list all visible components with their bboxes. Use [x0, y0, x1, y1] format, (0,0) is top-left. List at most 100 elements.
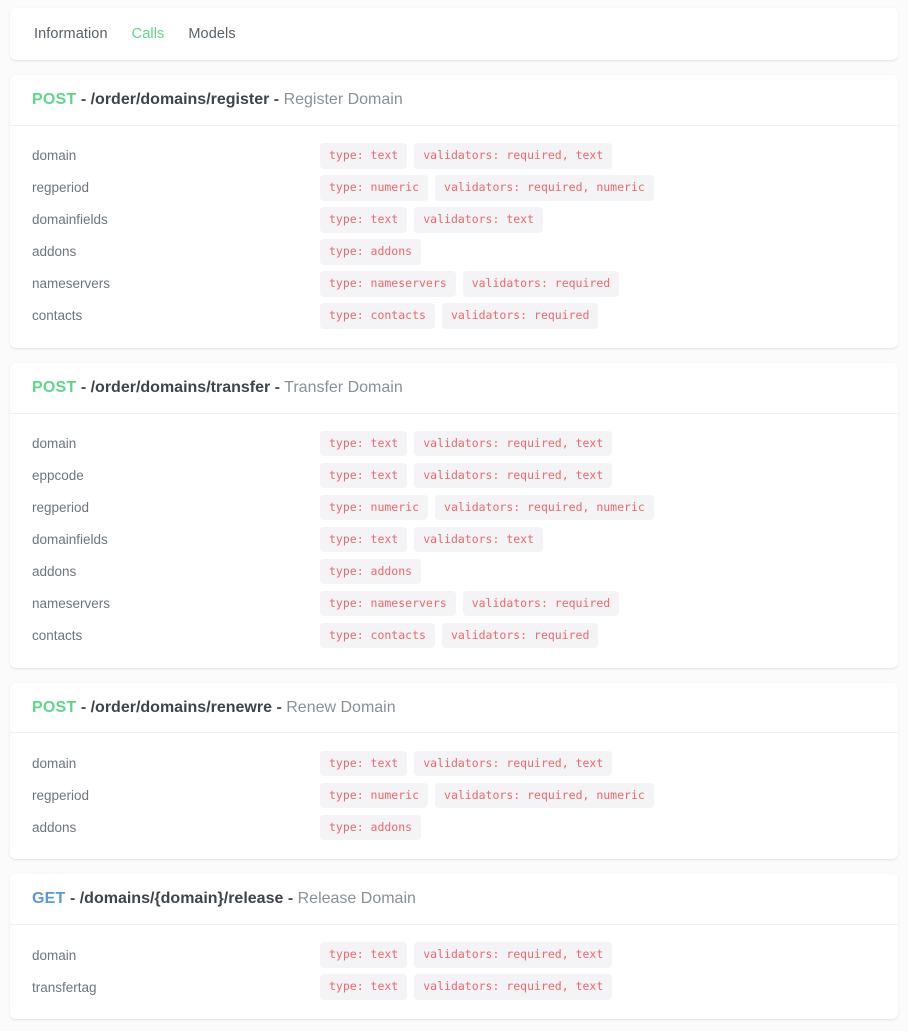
endpoint-card: GET - /domains/{domain}/release - Releas… [10, 874, 898, 1020]
parameter-row: domain type: text validators: required, te… [10, 939, 898, 971]
header-separator: - [287, 890, 294, 908]
validators-badge: validators: required, numeric [435, 782, 654, 809]
parameter-list: domain type: text validators: required, te… [10, 733, 898, 859]
endpoint-path: /order/domains/transfer [90, 378, 271, 396]
parameter-name: domain [32, 755, 77, 771]
parameter-row: eppcode type: text validators: required, t… [10, 460, 898, 492]
type-badge: type: text [320, 430, 408, 457]
endpoint-description: Renew Domain [286, 698, 396, 716]
parameter-name: domain [32, 148, 77, 164]
parameter-badges: type: addons [320, 239, 422, 265]
validators-badge: validators: text [414, 207, 544, 233]
validators-badge: validators: required [441, 622, 599, 649]
type-badge: type: text [320, 942, 408, 968]
parameter-row: domain type: text validators: required, te… [10, 140, 898, 172]
parameter-badges: type: addons [320, 558, 422, 585]
parameter-badges: type: numeric validators: required, numer… [320, 175, 654, 201]
endpoint-card: POST - /order/domains/register - Registe… [10, 75, 898, 348]
endpoint-header[interactable]: GET - /domains/{domain}/release - Releas… [10, 874, 898, 926]
endpoint-card: POST - /order/domains/transfer - Transfe… [10, 362, 898, 668]
parameter-badges: type: contacts validators: required [320, 622, 599, 649]
endpoint-header[interactable]: POST - /order/domains/transfer - Transfe… [10, 363, 898, 414]
tab-models[interactable]: Models [176, 20, 247, 48]
parameter-list: domain type: text validators: required, te… [10, 126, 898, 348]
validators-badge: validators: required, numeric [435, 175, 654, 201]
endpoint-path: /order/domains/register [90, 91, 270, 108]
parameter-row: domainfields type: text validators: text [10, 524, 898, 556]
endpoint-path: /order/domains/renewre [90, 698, 272, 716]
http-method-label: POST [32, 378, 77, 396]
parameter-row: domain type: text validators: required, te… [10, 747, 898, 779]
type-badge: type: nameservers [320, 590, 456, 617]
endpoint-header[interactable]: POST - /order/domains/renewre - Renew Do… [10, 683, 898, 734]
type-badge: type: numeric [320, 782, 429, 809]
parameter-row: domainfields type: text validators: text [10, 204, 898, 236]
type-badge: type: nameservers [320, 271, 456, 297]
parameter-list: domain type: text validators: required, te… [10, 925, 898, 1019]
parameter-name: addons [32, 564, 77, 580]
parameter-row: regperiod type: numeric validators: requir… [10, 492, 898, 524]
parameter-name: nameservers [32, 276, 111, 292]
parameter-name: regperiod [32, 500, 90, 516]
type-badge: type: addons [320, 814, 422, 841]
type-badge: type: text [320, 526, 408, 553]
type-badge: type: text [320, 207, 408, 233]
parameter-badges: type: numeric validators: required, numer… [320, 494, 654, 521]
parameter-list: domain type: text validators: required, te… [10, 414, 898, 668]
endpoint-header[interactable]: POST - /order/domains/register - Registe… [10, 75, 898, 126]
header-separator: - [274, 378, 280, 396]
validators-badge: validators: required, text [414, 462, 613, 489]
parameter-name: eppcode [32, 468, 84, 484]
parameter-badges: type: text validators: required, text [320, 462, 613, 489]
parameter-badges: type: nameservers validators: required [320, 590, 620, 617]
parameter-row: nameservers type: nameservers validators: … [10, 268, 898, 300]
parameter-badges: type: numeric validators: required, numer… [320, 782, 654, 809]
header-separator: - [80, 378, 87, 396]
validators-badge: validators: required, numeric [435, 494, 654, 521]
header-separator: - [80, 698, 87, 716]
parameter-name: domainfields [32, 212, 108, 228]
parameter-name: regperiod [32, 180, 90, 196]
validators-badge: validators: required [462, 271, 620, 297]
http-method-label: POST [32, 91, 77, 108]
header-separator: - [276, 698, 282, 716]
parameter-badges: type: text validators: text [320, 207, 544, 233]
tab-calls[interactable]: Calls [120, 20, 177, 48]
type-badge: type: numeric [320, 494, 429, 521]
http-method-label: GET [32, 890, 66, 908]
parameter-name: domain [32, 436, 77, 452]
validators-badge: validators: required, text [414, 974, 613, 1000]
endpoint-description: Release Domain [297, 890, 416, 908]
parameter-row: addons type: addons [10, 556, 898, 588]
parameter-name: regperiod [32, 787, 90, 803]
tabs-card: Information Calls Models [10, 8, 898, 60]
parameter-badges: type: text validators: required, text [320, 942, 613, 968]
parameter-row: addons type: addons [10, 236, 898, 268]
parameter-row: transfertag type: text validators: require… [10, 971, 898, 1003]
type-badge: type: text [320, 750, 408, 777]
type-badge: type: addons [320, 239, 422, 265]
parameter-row: regperiod type: numeric validators: requir… [10, 779, 898, 811]
http-method-label: POST [32, 698, 77, 716]
endpoint-list: POST - /order/domains/register - Registe… [10, 75, 898, 1020]
endpoint-path: /domains/{domain}/release [79, 890, 284, 908]
type-badge: type: contacts [320, 622, 435, 649]
tab-information[interactable]: Information [22, 20, 120, 48]
endpoint-description: Transfer Domain [284, 378, 403, 396]
validators-badge: validators: required, text [414, 942, 613, 968]
header-separator: - [69, 890, 76, 908]
validators-badge: validators: text [414, 526, 544, 553]
validators-badge: validators: required [462, 590, 620, 617]
parameter-badges: type: nameservers validators: required [320, 271, 620, 297]
header-separator: - [80, 91, 87, 108]
parameter-row: domain type: text validators: required, te… [10, 428, 898, 460]
parameter-badges: type: text validators: required, text [320, 430, 613, 457]
type-badge: type: addons [320, 558, 422, 585]
parameter-name: addons [32, 819, 77, 835]
type-badge: type: text [320, 462, 408, 489]
parameter-row: contacts type: contacts validators: requir… [10, 300, 898, 332]
parameter-name: contacts [32, 308, 83, 324]
parameter-row: nameservers type: nameservers validators: … [10, 588, 898, 620]
parameter-row: addons type: addons [10, 811, 898, 843]
parameter-name: addons [32, 244, 77, 260]
